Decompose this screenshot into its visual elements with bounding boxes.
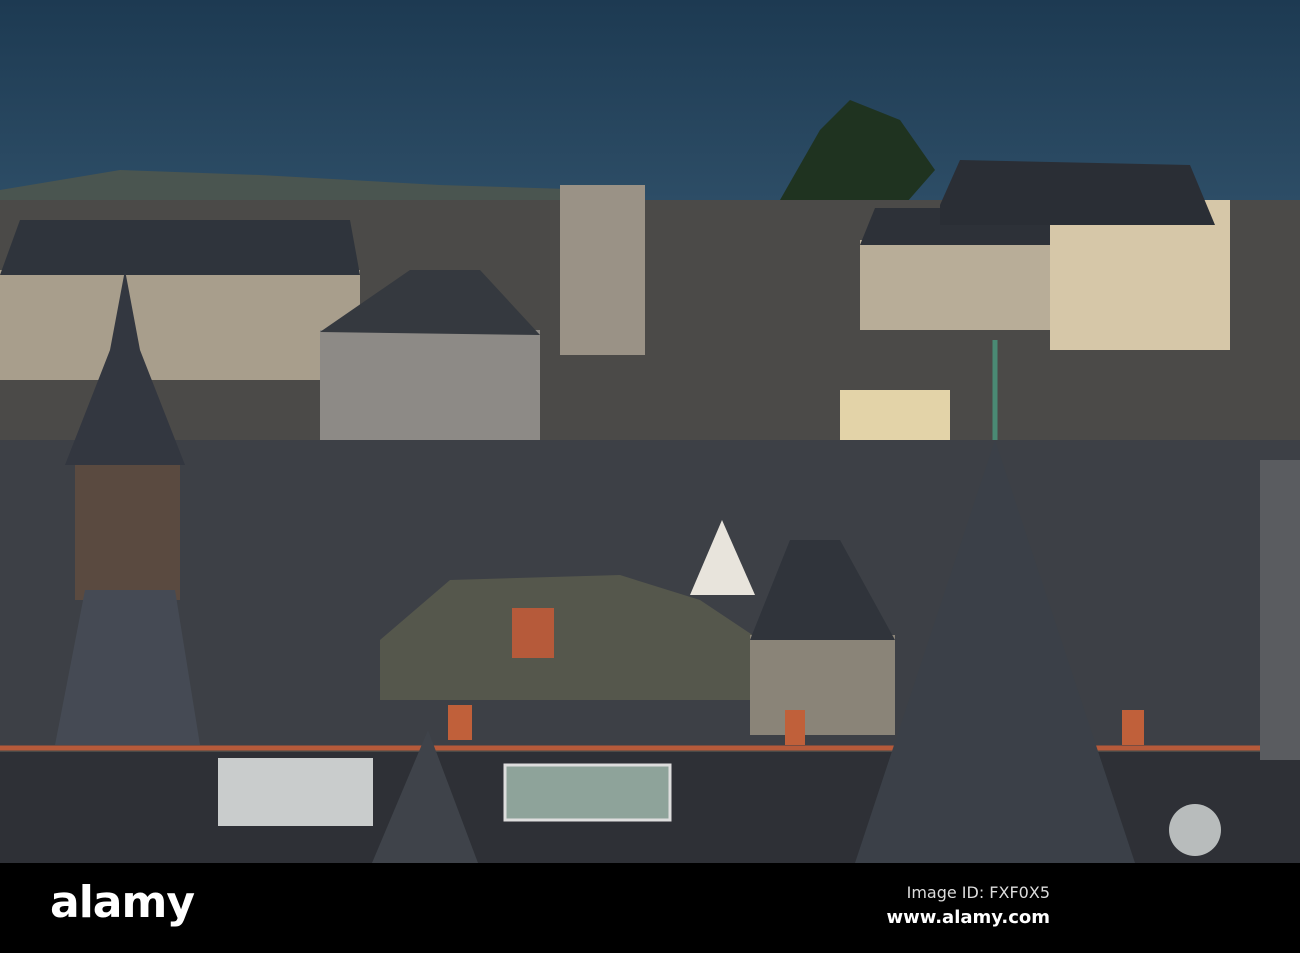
image-id: Image ID: FXF0X5 <box>906 883 1050 902</box>
skylight-window <box>503 763 672 822</box>
chimney <box>512 608 554 658</box>
footer-bar: alamy Image ID: FXF0X5 www.alamy.com <box>0 863 1300 953</box>
chimney <box>448 705 472 740</box>
roof-vent <box>218 758 373 826</box>
satellite-dish <box>1169 804 1221 856</box>
chimney <box>785 710 805 745</box>
stone-turret <box>750 635 895 735</box>
alamy-logo: alamy <box>50 877 195 928</box>
bell-tower-body <box>75 460 180 600</box>
chimney <box>1122 710 1144 745</box>
right-edge-building <box>1260 460 1300 760</box>
roof-far-right <box>940 160 1215 225</box>
rooftops-photo <box>0 0 1300 863</box>
site-url[interactable]: www.alamy.com <box>886 907 1050 928</box>
building-left <box>0 270 360 380</box>
tower-block <box>560 185 645 355</box>
roof-left <box>0 220 360 275</box>
building-right <box>860 240 1060 330</box>
stock-photo-frame: alamy Image ID: FXF0X5 www.alamy.com <box>0 0 1300 953</box>
